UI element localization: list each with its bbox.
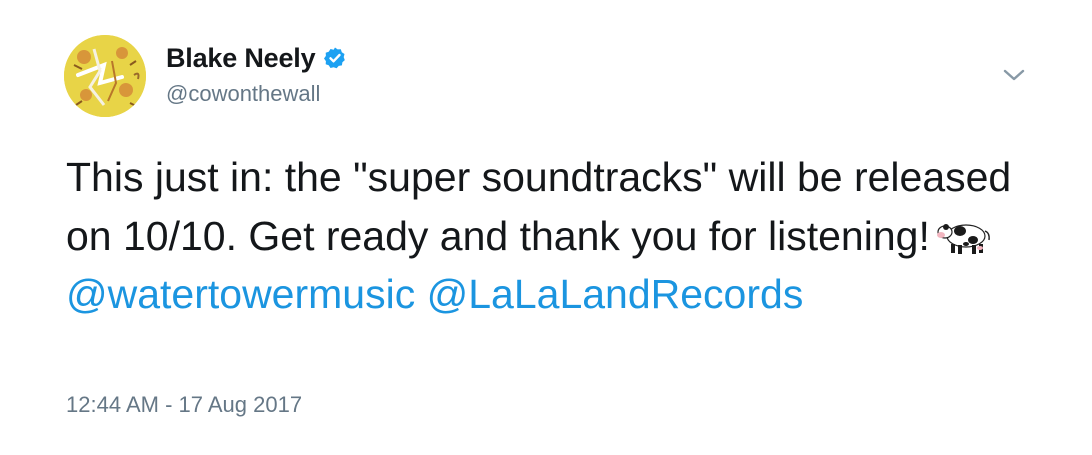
tweet-timestamp[interactable]: 12:44 AM - 17 Aug 2017	[66, 392, 302, 418]
chevron-down-icon[interactable]	[1000, 64, 1028, 86]
author-handle[interactable]: @cowonthewall	[166, 81, 320, 107]
author-display-name[interactable]: Blake Neely	[166, 43, 316, 74]
cartoon-avatar-icon	[64, 35, 146, 117]
tweet-text: This just in: the "super soundtracks" wi…	[66, 148, 1056, 324]
verified-badge-icon	[323, 46, 347, 70]
tweet-card: Blake Neely @cowonthewall This just in: …	[0, 0, 1092, 455]
tweet-body-text: This just in: the "super soundtracks" wi…	[66, 154, 1012, 259]
mention-watertowermusic[interactable]: @watertowermusic	[66, 271, 415, 317]
avatar[interactable]	[64, 35, 146, 117]
author-name-row: Blake Neely	[166, 41, 347, 75]
cow-emoji-icon	[936, 213, 994, 254]
mention-lalalandrecords[interactable]: @LaLaLandRecords	[427, 271, 804, 317]
